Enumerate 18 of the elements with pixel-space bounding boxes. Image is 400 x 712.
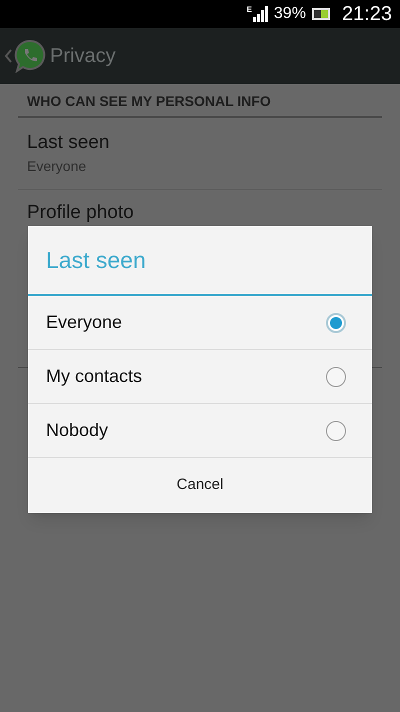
- radio-button[interactable]: [326, 312, 346, 332]
- chat-bubble-phone-icon: [14, 39, 46, 73]
- network-type-label: E: [246, 6, 252, 14]
- radio-option[interactable]: Everyone: [28, 296, 372, 350]
- battery-percent: 39%: [274, 4, 306, 24]
- radio-button[interactable]: [326, 366, 346, 386]
- radio-button[interactable]: [326, 420, 346, 440]
- radio-option[interactable]: Nobody: [28, 404, 372, 458]
- signal-icon: [252, 6, 268, 22]
- screen-title: Privacy: [50, 44, 116, 69]
- radio-option[interactable]: My contacts: [28, 350, 372, 404]
- clock: 21:23: [342, 2, 392, 27]
- cancel-button[interactable]: Cancel: [28, 458, 372, 513]
- back-button[interactable]: [4, 39, 46, 73]
- dialog-title: Last seen: [46, 246, 146, 275]
- chevron-left-icon: [4, 49, 12, 63]
- section-header: WHO CAN SEE MY PERSONAL INFO: [27, 93, 271, 109]
- battery-icon: [312, 8, 330, 20]
